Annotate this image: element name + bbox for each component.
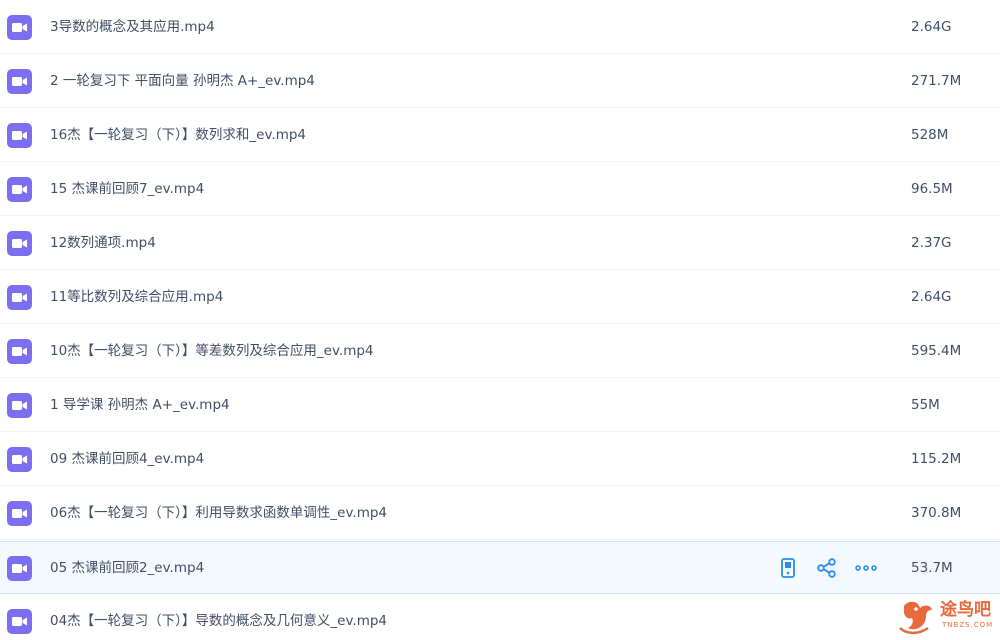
file-row[interactable]: 2 一轮复习下 平面向量 孙明杰 A+_ev.mp4 271.7M [0,55,1000,108]
watermark-subtext: TNBZS.COM [942,621,994,629]
video-file-icon [7,69,32,94]
watermark-text: 途鸟吧 [940,600,991,620]
phone-icon[interactable] [776,557,800,579]
video-file-icon [7,231,32,256]
video-file-icon [7,556,32,581]
file-row[interactable]: 04杰【一轮复习（下）】导数的概念及几何意义_ev.mp4 [0,595,1000,637]
file-row[interactable]: 10杰【一轮复习（下）】等差数列及综合应用_ev.mp4 595.4M [0,325,1000,378]
file-row[interactable]: 15 杰课前回顾7_ev.mp4 96.5M [0,163,1000,216]
file-name[interactable]: 09 杰课前回顾4_ev.mp4 [50,450,204,468]
file-name[interactable]: 10杰【一轮复习（下）】等差数列及综合应用_ev.mp4 [50,342,374,360]
video-file-icon [7,177,32,202]
file-size: 271.7M [911,73,962,89]
file-name[interactable]: 12数列通项.mp4 [50,234,156,252]
file-size: 55M [911,397,940,413]
bird-logo-icon [899,601,932,635]
file-row[interactable]: 09 杰课前回顾4_ev.mp4 115.2M [0,433,1000,486]
file-row[interactable]: 3导数的概念及其应用.mp4 2.64G [0,1,1000,54]
file-size: 528M [911,127,949,143]
video-file-icon [7,339,32,364]
file-name[interactable]: 11等比数列及综合应用.mp4 [50,288,223,306]
video-file-icon [7,285,32,310]
video-file-icon [7,609,32,634]
file-row[interactable]: 11等比数列及综合应用.mp4 2.64G [0,271,1000,324]
file-size: 96.5M [911,181,953,197]
file-row[interactable]: 05 杰课前回顾2_ev.mp4 53.7M [0,541,1000,594]
file-row[interactable]: 12数列通项.mp4 2.37G [0,217,1000,270]
file-row[interactable]: 16杰【一轮复习（下）】数列求和_ev.mp4 528M [0,109,1000,162]
video-file-icon [7,123,32,148]
file-name[interactable]: 05 杰课前回顾2_ev.mp4 [50,559,204,577]
video-file-icon [7,15,32,40]
file-size: 2.64G [911,19,952,35]
file-name[interactable]: 2 一轮复习下 平面向量 孙明杰 A+_ev.mp4 [50,72,315,90]
file-name[interactable]: 1 导学课 孙明杰 A+_ev.mp4 [50,396,230,414]
more-icon[interactable] [854,557,878,579]
file-name[interactable]: 15 杰课前回顾7_ev.mp4 [50,180,204,198]
file-size: 2.64G [911,289,952,305]
file-row[interactable]: 1 导学课 孙明杰 A+_ev.mp4 55M [0,379,1000,432]
file-size: 115.2M [911,451,962,467]
video-file-icon [7,501,32,526]
file-name[interactable]: 06杰【一轮复习（下）】利用导数求函数单调性_ev.mp4 [50,504,387,522]
file-list: 3导数的概念及其应用.mp4 2.64G 2 一轮复习下 平面向量 孙明杰 A+_e… [0,0,1000,637]
share-icon[interactable] [815,557,839,579]
file-size: 595.4M [911,343,962,359]
video-file-icon [7,447,32,472]
file-name[interactable]: 04杰【一轮复习（下）】导数的概念及几何意义_ev.mp4 [50,612,387,630]
video-file-icon [7,393,32,418]
file-name[interactable]: 16杰【一轮复习（下）】数列求和_ev.mp4 [50,126,306,144]
file-size: 2.37G [911,235,952,251]
file-name[interactable]: 3导数的概念及其应用.mp4 [50,18,215,36]
file-size: 370.8M [911,505,962,521]
watermark-logo: 途鸟吧 TNBZS.COM [898,598,998,636]
file-row[interactable]: 06杰【一轮复习（下）】利用导数求函数单调性_ev.mp4 370.8M [0,487,1000,540]
file-size: 53.7M [911,560,953,576]
